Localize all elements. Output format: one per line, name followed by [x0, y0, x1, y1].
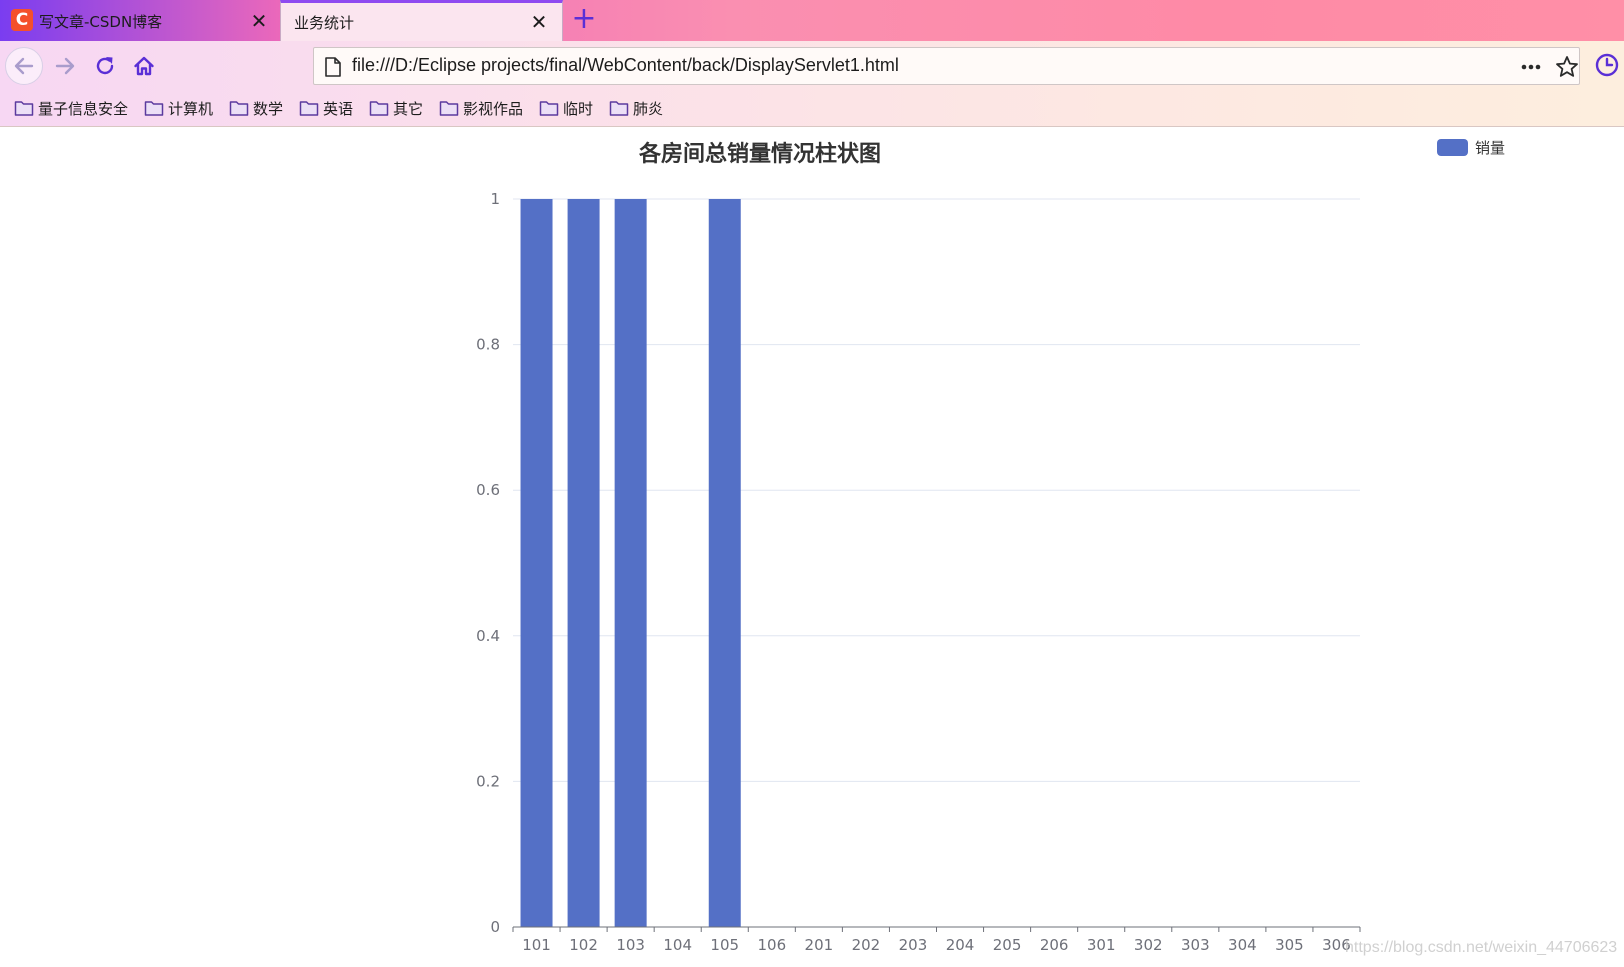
legend-swatch	[1437, 139, 1468, 156]
chart-axes: 0 0.2 0.4 0.6 0.8 1 101 102 103 104 105 106 201 202 20…	[476, 190, 1361, 954]
tab-csdn[interactable]: C 写文章-CSDN博客 ✕	[0, 0, 280, 41]
folder-icon	[539, 101, 559, 116]
bookmark-folder[interactable]: 数学	[229, 97, 283, 119]
bookmark-label: 量子信息安全	[38, 99, 129, 118]
chart-title: 各房间总销量情况柱状图	[638, 141, 881, 167]
folder-icon	[144, 101, 164, 116]
x-tick-label: 206	[1040, 936, 1069, 954]
bookmark-label: 英语	[323, 99, 354, 118]
tab-business-stats[interactable]: 业务统计 ✕	[280, 0, 563, 41]
x-tick-label: 105	[710, 936, 739, 954]
plus-icon[interactable]: +	[570, 4, 598, 34]
watermark: https://blog.csdn.net/weixin_44706623	[1345, 939, 1618, 956]
x-tick-label: 304	[1228, 936, 1257, 954]
bookmark-label: 计算机	[168, 99, 214, 118]
star-icon[interactable]	[1554, 54, 1580, 80]
folder-icon	[299, 101, 319, 116]
forward-button[interactable]	[46, 47, 84, 85]
bookmark-folder[interactable]: 英语	[299, 97, 353, 119]
bookmark-label: 肺炎	[633, 99, 664, 118]
navigation-bar: file:///D:/Eclipse projects/final/WebCon…	[0, 41, 1624, 91]
x-tick-label: 201	[805, 936, 834, 954]
home-button[interactable]	[125, 47, 163, 85]
y-tick-label: 1	[490, 190, 500, 208]
bar-chart: 各房间总销量情况柱状图 销量 0 0.2 0.4 0.6 0.8 1 101 102 103 10…	[476, 139, 1505, 954]
tab-title: 写文章-CSDN博客	[39, 13, 163, 31]
bookmark-folder[interactable]: 影视作品	[439, 97, 523, 119]
bar[interactable]	[520, 199, 553, 927]
chart-bars	[520, 199, 741, 927]
arrow-left-icon	[14, 57, 34, 75]
x-tick-label: 203	[899, 936, 928, 954]
legend-label: 销量	[1475, 139, 1505, 157]
x-tick-label: 303	[1181, 936, 1210, 954]
bar[interactable]	[567, 199, 600, 927]
x-tick-label: 101	[522, 936, 551, 954]
folder-icon	[229, 101, 249, 116]
x-tick-label: 104	[663, 936, 692, 954]
x-tick-label: 302	[1134, 936, 1163, 954]
bar[interactable]	[614, 199, 647, 927]
csdn-favicon-icon: C	[11, 9, 33, 31]
x-tick-label: 106	[757, 936, 786, 954]
url-text[interactable]: file:///D:/Eclipse projects/final/WebCon…	[352, 55, 899, 76]
y-tick-label: 0.2	[476, 772, 500, 790]
bookmark-folder[interactable]: 其它	[369, 97, 423, 119]
x-tick-label: 103	[616, 936, 645, 954]
x-tick-label: 202	[852, 936, 881, 954]
reload-button[interactable]	[86, 47, 124, 85]
bookmarks-bar: 量子信息安全 计算机 数学 英语 其它 影视作品 临时 肺炎	[0, 91, 1624, 125]
bookmark-folder[interactable]: 量子信息安全	[14, 97, 128, 119]
chart-legend[interactable]: 销量	[1437, 139, 1505, 157]
y-tick-label: 0.4	[476, 627, 500, 645]
back-button[interactable]	[5, 47, 43, 85]
tab-title: 业务统计	[294, 14, 355, 32]
folder-icon	[369, 101, 389, 116]
folder-icon	[439, 101, 459, 116]
arrow-right-icon	[55, 57, 75, 75]
x-tick-label: 102	[569, 936, 598, 954]
folder-icon	[14, 101, 34, 116]
y-tick-label: 0	[490, 918, 500, 936]
address-bar[interactable]: file:///D:/Eclipse projects/final/WebCon…	[313, 47, 1580, 85]
x-tick-label: 205	[993, 936, 1022, 954]
x-tick-label: 204	[946, 936, 975, 954]
bookmark-folder[interactable]: 肺炎	[609, 97, 663, 119]
chart-area: 各房间总销量情况柱状图 销量 0 0.2 0.4 0.6 0.8 1 101 102 103 10…	[0, 127, 1624, 967]
x-tick-label: 305	[1275, 936, 1304, 954]
y-tick-label: 0.6	[476, 481, 500, 499]
x-tick-label: 301	[1087, 936, 1116, 954]
bookmark-label: 数学	[253, 99, 284, 118]
close-icon[interactable]: ✕	[528, 11, 550, 33]
more-icon[interactable]	[1518, 54, 1544, 80]
page-icon	[325, 57, 341, 77]
bookmark-label: 影视作品	[463, 99, 524, 118]
reload-icon	[96, 57, 114, 75]
bookmark-label: 临时	[563, 99, 594, 118]
folder-icon	[609, 101, 629, 116]
bookmark-label: 其它	[393, 99, 424, 118]
bookmark-folder[interactable]: 临时	[539, 97, 593, 119]
y-tick-label: 0.8	[476, 336, 500, 354]
browser-chrome: C 写文章-CSDN博客 ✕ 业务统计 ✕ + file:///D:/Eclip…	[0, 0, 1624, 127]
tab-bar: C 写文章-CSDN博客 ✕ 业务统计 ✕ +	[0, 0, 1624, 41]
home-icon	[134, 56, 154, 76]
bookmark-folder[interactable]: 计算机	[144, 97, 213, 119]
clock-icon[interactable]	[1593, 51, 1621, 79]
close-icon[interactable]: ✕	[248, 10, 270, 32]
bar[interactable]	[708, 199, 741, 927]
